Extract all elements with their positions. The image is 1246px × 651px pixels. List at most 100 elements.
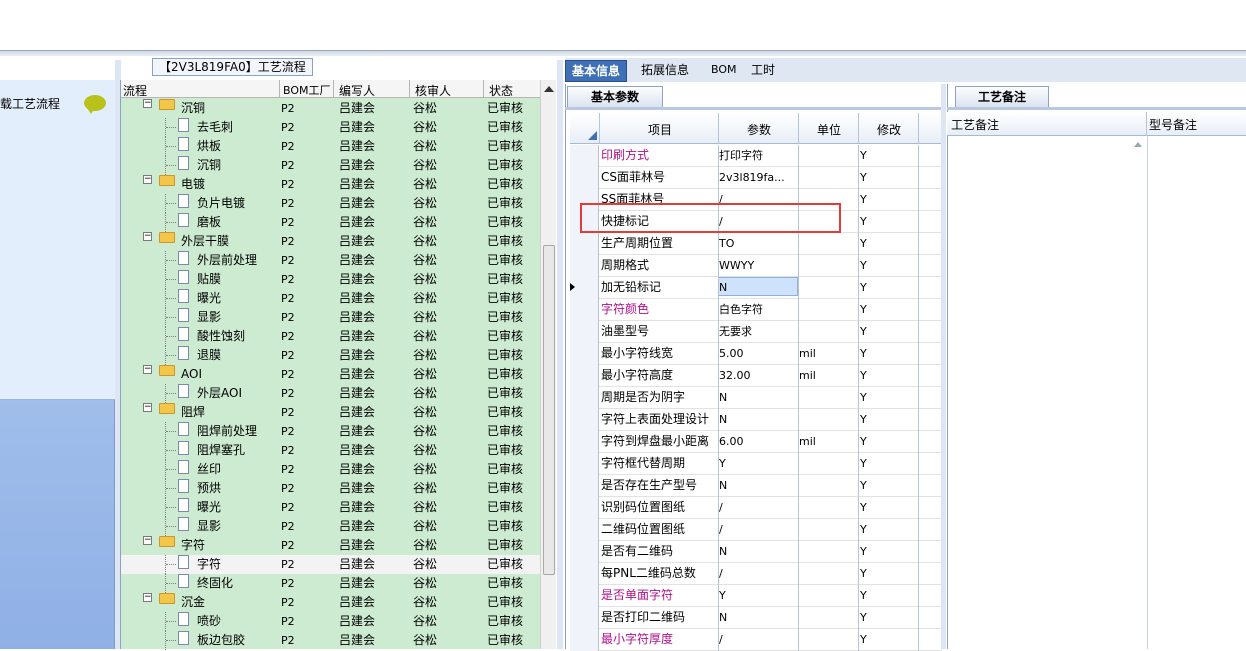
row-header[interactable] <box>570 299 599 321</box>
row-header[interactable] <box>570 563 599 585</box>
params-header-item[interactable]: 项目 <box>648 121 672 138</box>
tree-step-row[interactable]: 退膜 P2 吕建会 谷松 已审核 <box>121 346 541 365</box>
selected-cell[interactable] <box>718 277 798 296</box>
row-header[interactable] <box>570 475 599 497</box>
tree-step-row[interactable]: 字符 P2 吕建会 谷松 已审核 <box>121 555 541 574</box>
params-row[interactable]: 字符颜色 白色字符 Y <box>570 299 942 321</box>
params-row[interactable]: 是否存在生产型号 N Y <box>570 475 942 497</box>
scroll-up-arrow-icon[interactable] <box>544 86 554 92</box>
collapse-toggle-icon[interactable]: − <box>143 403 152 412</box>
row-header[interactable] <box>570 233 599 255</box>
row-header[interactable] <box>570 167 599 189</box>
collapse-toggle-icon[interactable]: − <box>143 365 152 374</box>
tree-header-reviewer[interactable]: 核审人 <box>415 82 451 99</box>
row-header[interactable] <box>570 145 599 167</box>
params-row[interactable]: 字符框代替周期 Y Y <box>570 453 942 475</box>
tree-group-row[interactable]: − 阻焊 P2 吕建会 谷松 已审核 <box>121 403 541 422</box>
collapse-toggle-icon[interactable]: − <box>143 536 152 545</box>
collapse-toggle-icon[interactable]: − <box>143 232 152 241</box>
tree-step-row[interactable]: 丝印 P2 吕建会 谷松 已审核 <box>121 460 541 479</box>
row-header[interactable] <box>570 409 599 431</box>
params-row[interactable]: 加无铅标记 N Y <box>570 277 942 299</box>
row-header[interactable] <box>570 453 599 475</box>
remarks-scroll-up-icon[interactable] <box>1134 142 1142 147</box>
params-row[interactable]: 最小字符线宽 5.00 mil Y <box>570 343 942 365</box>
tree-step-row[interactable]: 预烘 P2 吕建会 谷松 已审核 <box>121 479 541 498</box>
tree-group-row[interactable]: − 外层干膜 P2 吕建会 谷松 已审核 <box>121 232 541 251</box>
row-header[interactable] <box>570 277 599 299</box>
tree-step-row[interactable]: 磨板 P2 吕建会 谷松 已审核 <box>121 213 541 232</box>
row-header[interactable] <box>570 541 599 563</box>
tree-step-row[interactable]: 终固化 P2 吕建会 谷松 已审核 <box>121 574 541 593</box>
tree-step-row[interactable]: 喷砂 P2 吕建会 谷松 已审核 <box>121 612 541 631</box>
params-row[interactable]: 是否有二维码 N Y <box>570 541 942 563</box>
row-header[interactable] <box>570 607 599 629</box>
tree-group-row[interactable]: − 电镀 P2 吕建会 谷松 已审核 <box>121 175 541 194</box>
remarks-header-model[interactable]: 型号备注 <box>1149 116 1197 133</box>
params-row[interactable]: 识别码位置图纸 / Y <box>570 497 942 519</box>
params-header-param[interactable]: 参数 <box>747 121 771 138</box>
params-row[interactable]: 最小字符高度 32.00 mil Y <box>570 365 942 387</box>
params-row[interactable]: 生产周期位置 TO Y <box>570 233 942 255</box>
row-header[interactable] <box>570 629 599 651</box>
params-row[interactable]: 印刷方式 打印字符 Y <box>570 145 942 167</box>
tree-step-row[interactable]: 贴膜 P2 吕建会 谷松 已审核 <box>121 270 541 289</box>
tree-step-row[interactable]: 曝光 P2 吕建会 谷松 已审核 <box>121 289 541 308</box>
tab-extended-info[interactable]: 拓展信息 <box>635 60 695 82</box>
tree-group-row[interactable]: − AOI P2 吕建会 谷松 已审核 <box>121 365 541 384</box>
collapse-toggle-icon[interactable]: − <box>143 99 152 108</box>
subtab-basic-params[interactable]: 基本参数 <box>567 86 663 108</box>
params-row[interactable]: 二维码位置图纸 / Y <box>570 519 942 541</box>
remarks-header-process[interactable]: 工艺备注 <box>951 116 999 133</box>
tree-step-row[interactable]: 显影 P2 吕建会 谷松 已审核 <box>121 517 541 536</box>
tree-step-row[interactable]: 酸性蚀刻 P2 吕建会 谷松 已审核 <box>121 327 541 346</box>
tree-step-row[interactable]: 阻焊前处理 P2 吕建会 谷松 已审核 <box>121 422 541 441</box>
params-row[interactable]: 油墨型号 无要求 Y <box>570 321 942 343</box>
params-row[interactable]: 周期格式 WWYY Y <box>570 255 942 277</box>
params-header-modify[interactable]: 修改 <box>877 121 901 138</box>
tree-step-row[interactable]: 去毛刺 P2 吕建会 谷松 已审核 <box>121 118 541 137</box>
params-row[interactable]: 是否打印二维码 N Y <box>570 607 942 629</box>
tree-step-row[interactable]: 阻焊塞孔 P2 吕建会 谷松 已审核 <box>121 441 541 460</box>
tree-group-row[interactable]: − 字符 P2 吕建会 谷松 已审核 <box>121 536 541 555</box>
tree-step-row[interactable]: 沉铜 P2 吕建会 谷松 已审核 <box>121 156 541 175</box>
params-row[interactable]: 最小字符厚度 / Y <box>570 629 942 651</box>
tree-header-status[interactable]: 状态 <box>489 82 513 99</box>
row-header[interactable] <box>570 365 599 387</box>
tab-bom[interactable]: BOM <box>705 60 743 82</box>
tree-group-row[interactable]: − 沉铜 P2 吕建会 谷松 已审核 <box>121 99 541 118</box>
left-nav-item[interactable]: 载工艺流程 <box>0 80 115 400</box>
tree-step-row[interactable]: 外层前处理 P2 吕建会 谷松 已审核 <box>121 251 541 270</box>
tree-scrollbar-thumb[interactable] <box>543 245 555 575</box>
row-header[interactable] <box>570 343 599 365</box>
tree-header-bom-plant[interactable]: BOM工厂 <box>283 82 331 98</box>
collapse-toggle-icon[interactable]: − <box>143 593 152 602</box>
row-header[interactable] <box>570 387 599 409</box>
tab-basic-info[interactable]: 基本信息 <box>565 60 628 82</box>
row-header[interactable] <box>570 519 599 541</box>
splitter-right[interactable] <box>941 84 946 649</box>
tree-header-flow[interactable]: 流程 <box>123 82 147 99</box>
params-row[interactable]: CS面菲林号 2v3l819fa... Y <box>570 167 942 189</box>
row-header[interactable] <box>570 497 599 519</box>
row-header[interactable] <box>570 255 599 277</box>
row-header[interactable] <box>570 585 599 607</box>
splitter-middle[interactable] <box>557 60 563 649</box>
tree-step-row[interactable]: 曝光 P2 吕建会 谷松 已审核 <box>121 498 541 517</box>
params-header-unit[interactable]: 单位 <box>817 121 841 138</box>
row-header[interactable] <box>570 431 599 453</box>
tree-step-row[interactable]: 负片电镀 P2 吕建会 谷松 已审核 <box>121 194 541 213</box>
params-row[interactable]: 每PNL二维码总数 / Y <box>570 563 942 585</box>
tree-group-row[interactable]: − 沉金 P2 吕建会 谷松 已审核 <box>121 593 541 612</box>
tree-step-row[interactable]: 显影 P2 吕建会 谷松 已审核 <box>121 308 541 327</box>
row-header[interactable] <box>570 321 599 343</box>
params-row[interactable]: 是否单面字符 Y Y <box>570 585 942 607</box>
tree-step-row[interactable]: 外层AOI P2 吕建会 谷松 已审核 <box>121 384 541 403</box>
collapse-toggle-icon[interactable]: − <box>143 175 152 184</box>
tree-step-row[interactable]: 板边包胶 P2 吕建会 谷松 已审核 <box>121 631 541 650</box>
tree-scrollbar[interactable] <box>540 80 556 649</box>
tree-step-row[interactable]: 烘板 P2 吕建会 谷松 已审核 <box>121 137 541 156</box>
params-row[interactable]: 字符到焊盘最小距离 6.00 mil Y <box>570 431 942 453</box>
params-row[interactable]: 周期是否为阴字 N Y <box>570 387 942 409</box>
tab-work-hours[interactable]: 工时 <box>745 60 781 82</box>
